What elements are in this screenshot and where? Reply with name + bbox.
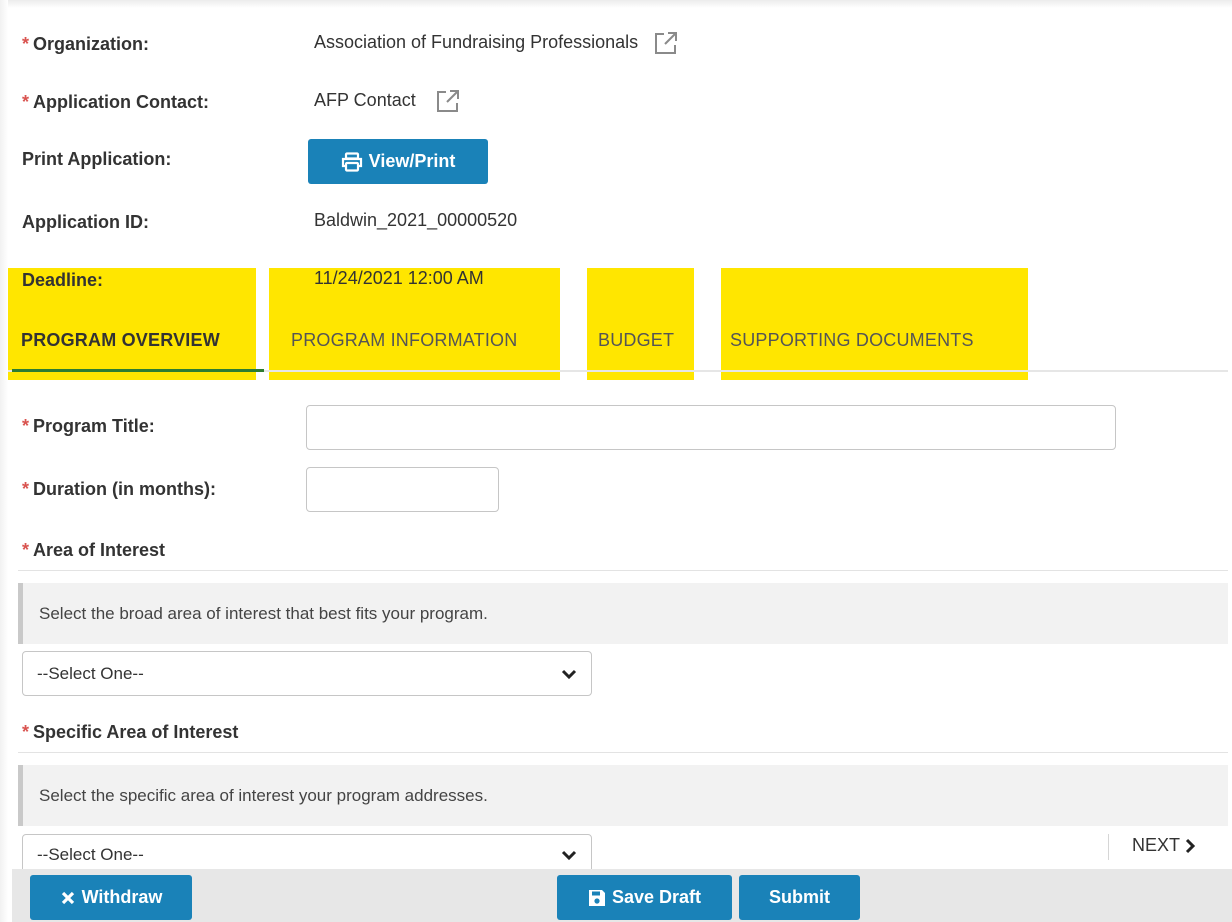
required-marker: * <box>22 722 30 742</box>
organization-label-text: Organization: <box>33 34 150 54</box>
deadline-label: Deadline: <box>22 270 104 290</box>
area-of-interest-selected: --Select One-- <box>37 663 144 683</box>
required-marker: * <box>22 479 30 499</box>
tab-program-information[interactable]: PROGRAM INFORMATION <box>291 328 517 352</box>
contact-label: * Application Contact: <box>22 90 209 114</box>
required-marker: * <box>22 34 30 54</box>
contact-name: AFP Contact <box>314 90 416 110</box>
withdraw-button[interactable]: Withdraw <box>30 875 192 920</box>
contact-label-text: Application Contact: <box>33 92 210 112</box>
required-marker: * <box>22 92 30 112</box>
next-label: NEXT <box>1132 835 1181 855</box>
organization-value: Association of Fundraising Professionals <box>314 30 679 56</box>
required-marker: * <box>22 540 30 560</box>
highlight-overlay <box>587 268 694 380</box>
view-print-label: View/Print <box>368 151 456 171</box>
save-draft-label: Save Draft <box>611 887 702 907</box>
next-button[interactable]: NEXT <box>1132 835 1197 856</box>
area-of-interest-select[interactable]: --Select One-- <box>22 651 592 696</box>
section-divider <box>18 752 1228 753</box>
application-id-label: Application ID: <box>22 212 149 232</box>
program-title-label-text: Program Title: <box>33 416 155 436</box>
top-shadow <box>0 0 1232 8</box>
external-link-icon[interactable] <box>653 30 679 56</box>
application-id-value: Baldwin_2021_00000520 <box>314 210 518 230</box>
tab-budget[interactable]: BUDGET <box>598 328 674 352</box>
external-link-icon[interactable] <box>435 88 461 114</box>
area-of-interest-help: Select the broad area of interest that b… <box>18 583 1228 644</box>
specific-area-label: * Specific Area of Interest <box>22 720 238 744</box>
duration-label-text: Duration (in months): <box>33 479 216 499</box>
view-print-button[interactable]: View/Print <box>308 139 488 184</box>
tab-supporting-documents[interactable]: SUPPORTING DOCUMENTS <box>730 328 974 352</box>
program-title-input[interactable] <box>306 405 1116 450</box>
specific-area-label-text: Specific Area of Interest <box>33 722 239 742</box>
tab-program-overview[interactable]: PROGRAM OVERVIEW <box>21 328 220 352</box>
deadline-value: 11/24/2021 12:00 AM <box>314 268 484 288</box>
save-icon <box>588 889 605 906</box>
chevron-right-icon <box>1185 838 1196 853</box>
specific-area-help: Select the specific area of interest you… <box>18 765 1228 826</box>
printer-icon <box>341 151 362 172</box>
program-title-label: * Program Title: <box>22 414 155 438</box>
active-tab-indicator <box>12 369 264 372</box>
save-draft-button[interactable]: Save Draft <box>557 875 732 920</box>
submit-button[interactable]: Submit <box>739 875 860 920</box>
organization-label: * Organization: <box>22 32 149 56</box>
organization-name: Association of Fundraising Professionals <box>314 32 639 52</box>
contact-value: AFP Contact <box>314 88 461 114</box>
close-icon <box>61 891 74 904</box>
print-label: Print Application: <box>22 149 172 169</box>
highlight-overlay <box>721 268 1028 380</box>
duration-input[interactable] <box>306 467 499 512</box>
withdraw-label: Withdraw <box>81 887 163 907</box>
specific-area-selected: --Select One-- <box>37 845 144 864</box>
duration-label: * Duration (in months): <box>22 477 216 501</box>
next-separator <box>1108 834 1109 860</box>
section-divider <box>18 570 1228 571</box>
chevron-down-icon <box>561 850 577 861</box>
area-of-interest-label: * Area of Interest <box>22 538 165 562</box>
required-marker: * <box>22 416 30 436</box>
area-of-interest-label-text: Area of Interest <box>33 540 166 560</box>
left-edge-shadow <box>0 0 8 922</box>
chevron-down-icon <box>561 669 577 679</box>
